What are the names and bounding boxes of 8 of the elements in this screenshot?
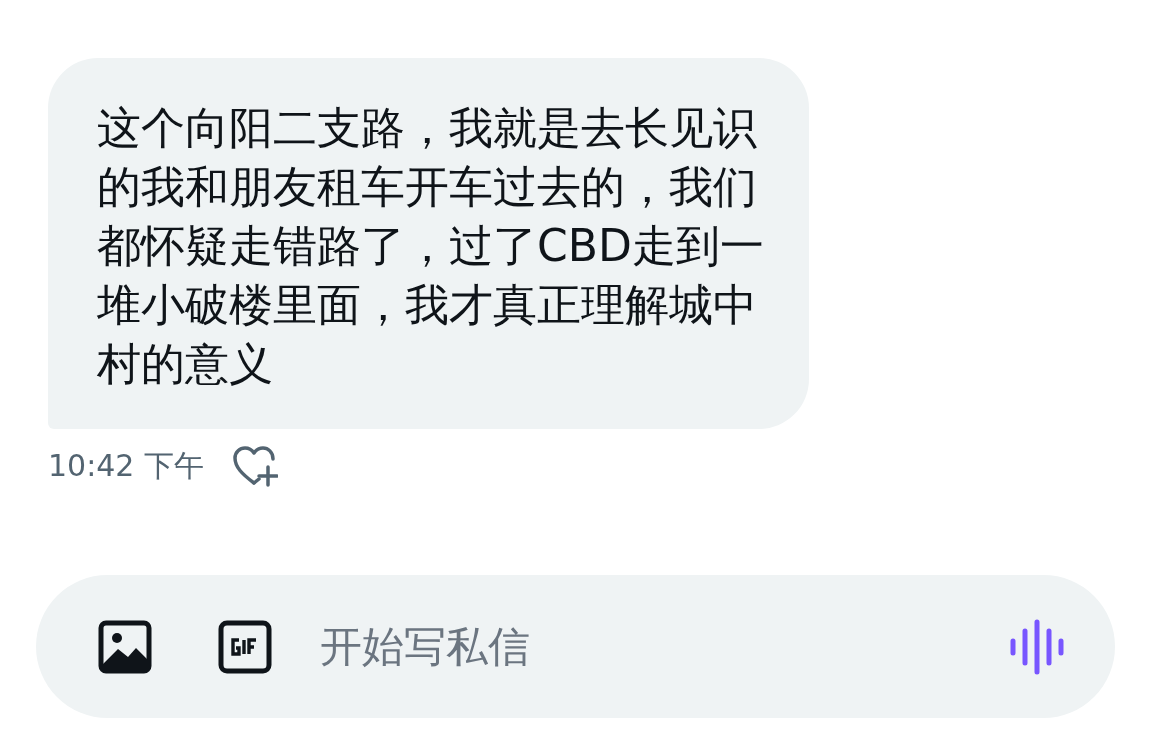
message-bubble: 这个向阳二支路，我就是去长见识的我和朋友租车开车过去的，我们都怀疑走错路了，过了CBD走到一堆小破楼里面，我才真正理解城中村的意义	[48, 58, 809, 429]
voice-wave-icon[interactable]	[1009, 618, 1065, 675]
message-composer[interactable]: 开始写私信	[36, 575, 1115, 718]
message-input[interactable]: 开始写私信	[318, 615, 1009, 678]
gif-icon[interactable]	[218, 619, 272, 674]
message-time: 10:42 下午	[48, 446, 204, 485]
heart-plus-icon[interactable]	[232, 445, 278, 487]
image-icon[interactable]	[98, 619, 152, 674]
